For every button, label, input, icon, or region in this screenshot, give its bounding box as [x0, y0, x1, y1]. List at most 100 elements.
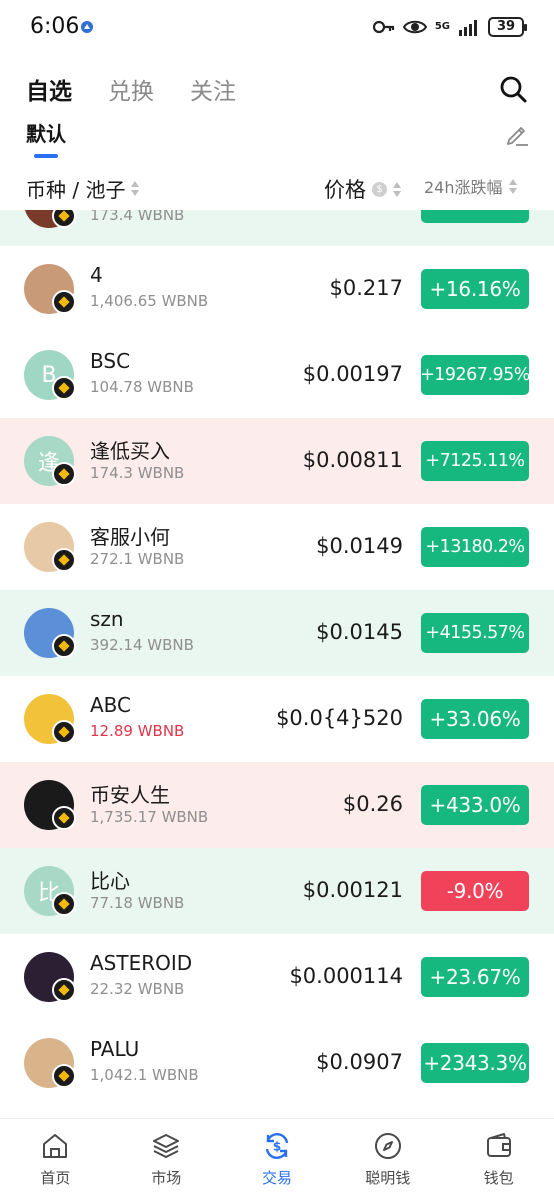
- tab-watchlist[interactable]: 自选: [26, 72, 72, 106]
- token-price: $0.00197: [302, 362, 403, 386]
- change-badge[interactable]: +19267.95%: [420, 355, 530, 395]
- pool-liquidity: 1,042.1 WBNB: [90, 1066, 199, 1084]
- pool-liquidity: 173.4 WBNB: [90, 210, 185, 224]
- sort-by-price[interactable]: 价格 $: [324, 174, 403, 204]
- status-time: 6:06: [30, 14, 80, 39]
- sort-by-change[interactable]: 24h涨跌幅: [424, 174, 518, 198]
- token-row[interactable]: B BSC 104.78 WBNB $0.00197 +19267.95%: [0, 332, 554, 418]
- search-icon[interactable]: [498, 74, 528, 104]
- pool-liquidity: 1,735.17 WBNB: [90, 808, 209, 826]
- pool-liquidity: 22.32 WBNB: [90, 980, 185, 998]
- signal-icon: [459, 20, 477, 36]
- sort-icon: [131, 181, 140, 196]
- nav-trade-label: 交易: [261, 1169, 292, 1187]
- battery-icon: 39: [488, 17, 527, 37]
- token-price: $0.217: [329, 276, 403, 300]
- token-row[interactable]: PALU 1,042.1 WBNB $0.0907 +2343.3%: [0, 1020, 554, 1106]
- change-badge[interactable]: +13180.2%: [421, 527, 529, 567]
- key-icon: [372, 20, 394, 34]
- pool-liquidity: 12.89 WBNB: [90, 722, 185, 740]
- token-row[interactable]: 客服小何 272.1 WBNB $0.0149 +13180.2%: [0, 504, 554, 590]
- tab-swap[interactable]: 兑换: [108, 72, 154, 106]
- token-row[interactable]: 173.4 WBNB: [0, 210, 554, 246]
- bnb-chain-icon: [52, 548, 76, 572]
- token-name: PALU: [90, 1037, 140, 1061]
- token-name: BSC: [90, 349, 131, 373]
- change-badge[interactable]: +16.16%: [421, 269, 529, 309]
- wallet-icon: [486, 1133, 511, 1157]
- nav-home-label: 首页: [40, 1169, 71, 1187]
- network-label: 5G: [434, 21, 450, 32]
- token-price: $0.00811: [302, 448, 403, 472]
- nav-home[interactable]: 首页: [0, 1119, 111, 1200]
- nav-wallet-label: 钱包: [483, 1169, 514, 1187]
- change-badge[interactable]: +433.0%: [421, 785, 529, 825]
- column-name-label: 币种 / 池子: [26, 178, 126, 202]
- change-badge[interactable]: +4155.57%: [421, 613, 529, 653]
- sub-tab-default[interactable]: 默认: [26, 118, 66, 147]
- nav-wallet[interactable]: 钱包: [443, 1119, 554, 1200]
- bnb-chain-icon: [52, 634, 76, 658]
- status-bar: 6:06 5G 39: [0, 0, 554, 56]
- sub-tab-indicator: [34, 154, 58, 158]
- token-list[interactable]: 173.4 WBNB 4 1,406.65 WBNB $0.217 +16.16% B BS…: [0, 210, 554, 1118]
- token-row[interactable]: ASTEROID 22.32 WBNB $0.000114 +23.67%: [0, 934, 554, 1020]
- token-row[interactable]: ABC 12.89 WBNB $0.0{4}520 +33.06%: [0, 676, 554, 762]
- app-notification-icon: [81, 21, 93, 33]
- change-badge[interactable]: +2343.3%: [421, 1043, 529, 1083]
- bnb-chain-icon: [52, 806, 76, 830]
- token-price: $0.000114: [289, 964, 403, 988]
- bnb-chain-icon: [52, 462, 76, 486]
- pool-liquidity: 77.18 WBNB: [90, 894, 185, 912]
- token-name: 4: [90, 263, 103, 287]
- token-price: $0.00121: [302, 878, 403, 902]
- eye-icon: [402, 20, 427, 34]
- bnb-chain-icon: [52, 720, 76, 744]
- change-badge[interactable]: -9.0%: [421, 871, 529, 911]
- nav-smart-money-label: 聪明钱: [365, 1169, 411, 1187]
- token-name: ABC: [90, 693, 132, 717]
- nav-market[interactable]: 市场: [111, 1119, 222, 1200]
- token-row[interactable]: szn 392.14 WBNB $0.0145 +4155.57%: [0, 590, 554, 676]
- home-icon: [43, 1134, 68, 1158]
- nav-market-label: 市场: [151, 1169, 182, 1187]
- swap-icon: $: [265, 1133, 289, 1159]
- change-badge[interactable]: +23.67%: [421, 957, 529, 997]
- pool-liquidity: 174.3 WBNB: [90, 464, 185, 482]
- bnb-chain-icon: [52, 1064, 76, 1088]
- sort-icon: [393, 181, 402, 197]
- token-price: $0.0907: [316, 1050, 403, 1074]
- token-name: 逢低买入: [90, 439, 170, 463]
- column-headers: 币种 / 池子 价格 $ 24h涨跌幅: [0, 174, 554, 203]
- token-row[interactable]: 币安人生 1,735.17 WBNB $0.26 +433.0%: [0, 762, 554, 848]
- compass-icon: [374, 1133, 401, 1159]
- token-price: $0.0145: [316, 620, 403, 644]
- bnb-chain-icon: [52, 376, 76, 400]
- token-row[interactable]: 逢逢低买入 174.3 WBNB $0.00811 +7125.11%: [0, 418, 554, 504]
- currency-icon[interactable]: $: [372, 181, 387, 197]
- change-badge[interactable]: +7125.11%: [421, 441, 529, 481]
- change-badge[interactable]: [421, 210, 529, 223]
- sort-by-name[interactable]: 币种 / 池子: [26, 174, 140, 203]
- pool-liquidity: 104.78 WBNB: [90, 378, 194, 396]
- pool-liquidity: 272.1 WBNB: [90, 550, 185, 568]
- tab-follow[interactable]: 关注: [190, 72, 236, 106]
- bnb-chain-icon: [52, 978, 76, 1002]
- svg-text:$: $: [273, 1140, 281, 1154]
- token-price: $0.26: [342, 792, 403, 816]
- column-change-label: 24h涨跌幅: [424, 178, 503, 197]
- token-row[interactable]: 比比心 77.18 WBNB $0.00121 -9.0%: [0, 848, 554, 934]
- token-name: szn: [90, 607, 124, 631]
- nav-trade[interactable]: $ 交易: [222, 1119, 333, 1200]
- bnb-chain-icon: [52, 892, 76, 916]
- bnb-chain-icon: [52, 210, 76, 228]
- nav-smart-money[interactable]: 聪明钱: [332, 1119, 443, 1200]
- token-row[interactable]: 4 1,406.65 WBNB $0.217 +16.16%: [0, 246, 554, 332]
- pool-liquidity: 1,406.65 WBNB: [90, 292, 209, 310]
- change-badge[interactable]: +33.06%: [421, 699, 529, 739]
- column-price-label: 价格: [324, 178, 366, 202]
- edit-icon[interactable]: [504, 121, 530, 147]
- token-name: 客服小何: [90, 525, 170, 549]
- layers-icon: [153, 1134, 180, 1158]
- top-tabs: 自选 兑换 关注: [26, 72, 236, 106]
